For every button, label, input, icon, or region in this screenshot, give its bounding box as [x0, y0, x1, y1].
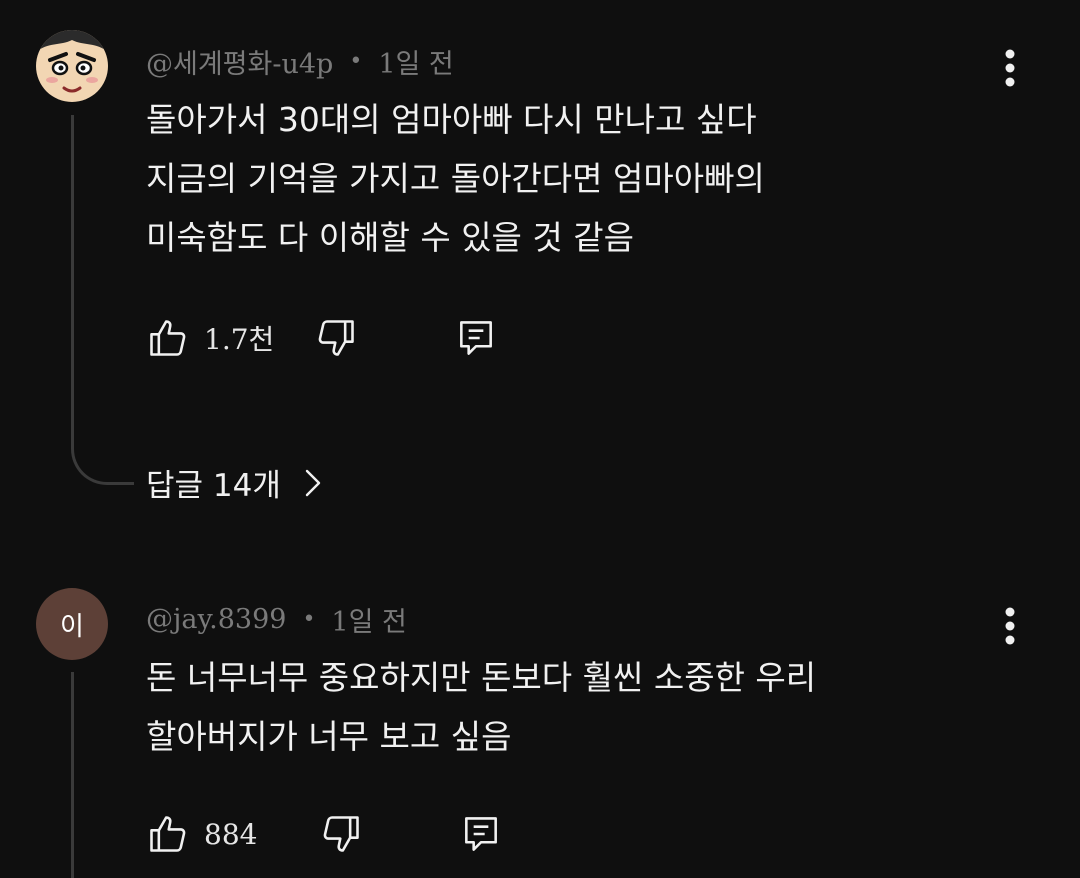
user-avatar[interactable]	[36, 30, 108, 102]
comment-line: 미숙함도 다 이해할 수 있을 것 같음	[146, 218, 634, 257]
dislike-button[interactable]	[314, 316, 358, 360]
comment-line: 지금의 기억을 가지고 돌아간다면 엄마아빠의	[146, 159, 765, 198]
more-options-button[interactable]	[990, 604, 1030, 648]
dislike-button[interactable]	[319, 812, 363, 856]
like-button[interactable]: 1.7천	[146, 316, 274, 360]
thread-line	[71, 672, 74, 878]
thumbs-down-icon	[324, 816, 360, 852]
replies-label: 답글 14개	[146, 468, 281, 504]
like-count: 1.7천	[204, 323, 275, 356]
comment-line: 돈 너무너무 중요하지만 돈보다 훨씬 소중한 우리	[146, 658, 817, 697]
user-avatar[interactable]: 이	[36, 588, 108, 660]
thumbs-up-icon	[150, 816, 186, 852]
comment-actions: 1.7천	[146, 314, 498, 362]
reply-comment-icon	[460, 321, 493, 355]
thumbs-up-icon	[150, 320, 186, 356]
more-options-button[interactable]	[990, 46, 1030, 90]
meta-separator: •	[302, 607, 316, 632]
author-name[interactable]: @jay.8399	[146, 604, 286, 635]
reply-button[interactable]	[459, 812, 503, 856]
comment-2: 이 @jay.8399 • 1일 전 돈 너무너무 중요하지만 돈보다 훨씬 소…	[0, 580, 1080, 878]
thumbs-down-icon	[318, 320, 355, 356]
comment-time: 1일 전	[378, 49, 454, 80]
comment-text: 돈 너무너무 중요하지만 돈보다 훨씬 소중한 우리 할아버지가 너무 보고 싶…	[146, 648, 986, 766]
comment-1: @세계평화-u4p • 1일 전 돌아가서 30대의 엄마아빠 다시 만나고 싶…	[0, 0, 1080, 520]
comment-line: 할아버지가 너무 보고 싶음	[146, 717, 512, 756]
author-name[interactable]: @세계평화-u4p	[146, 42, 333, 81]
more-vert-icon	[1005, 49, 1015, 87]
thread-line	[71, 115, 74, 440]
cartoon-face-icon	[36, 30, 108, 102]
comment-line: 돌아가서 30대의 엄마아빠 다시 만나고 싶다	[146, 100, 757, 139]
thread-connector	[71, 430, 134, 485]
reply-comment-icon	[465, 817, 498, 851]
comment-actions: 884	[146, 810, 503, 858]
comment-meta: @jay.8399 • 1일 전	[146, 600, 407, 639]
comment-meta: @세계평화-u4p • 1일 전	[146, 42, 454, 81]
like-count: 884	[204, 817, 258, 851]
meta-separator: •	[349, 49, 363, 74]
like-button[interactable]: 884	[146, 812, 257, 856]
comment-time: 1일 전	[331, 607, 407, 638]
more-vert-icon	[1005, 607, 1015, 645]
view-replies-button[interactable]: 답글 14개	[146, 460, 323, 505]
comment-text: 돌아가서 30대의 엄마아빠 다시 만나고 싶다 지금의 기억을 가지고 돌아간…	[146, 90, 986, 267]
chevron-right-icon	[305, 469, 321, 496]
reply-button[interactable]	[454, 316, 498, 360]
avatar-letter: 이	[60, 611, 84, 642]
